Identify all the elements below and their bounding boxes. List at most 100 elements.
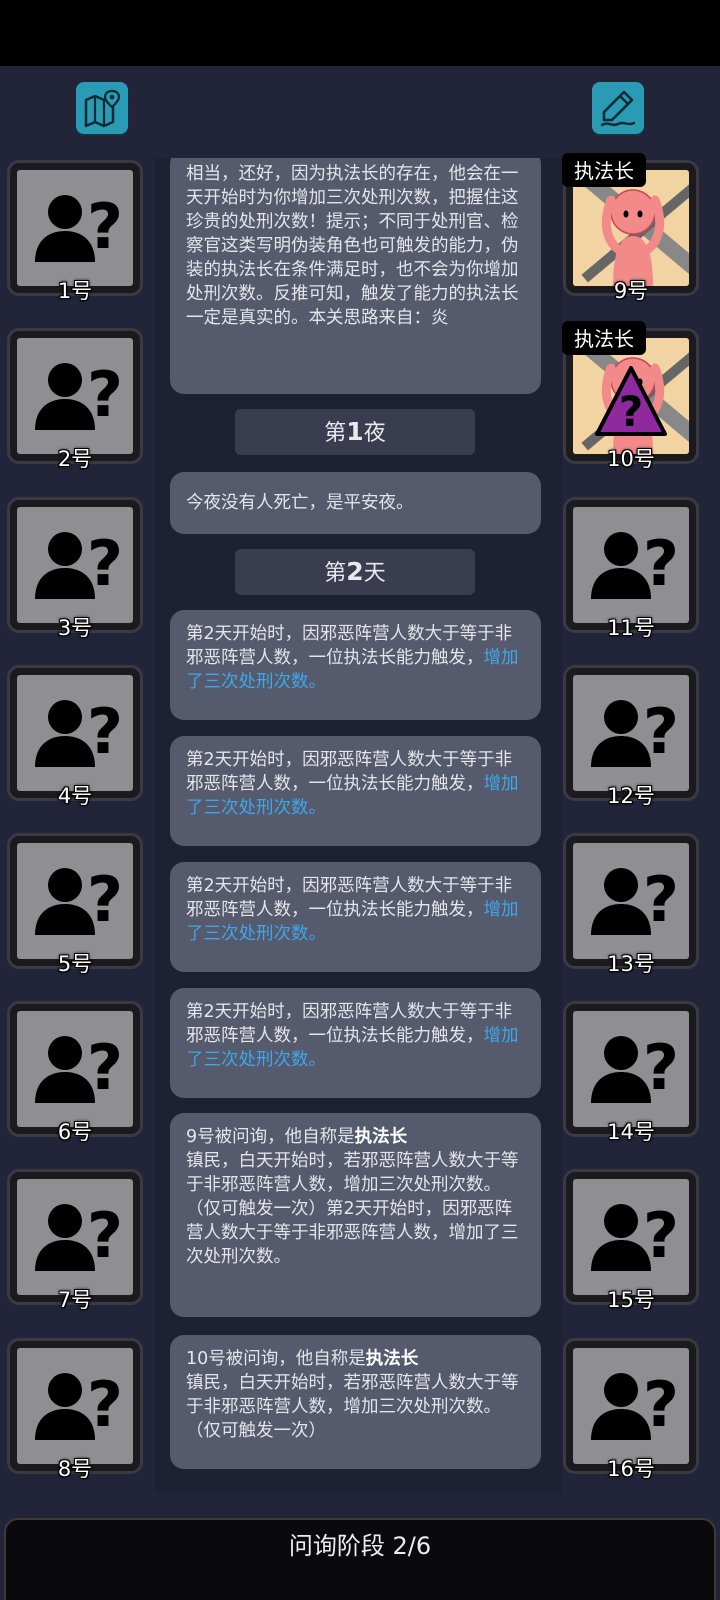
player-seat-8[interactable]: ? 8号 bbox=[7, 1338, 143, 1481]
unknown-player-icon: ? bbox=[591, 695, 679, 768]
player-seat-13[interactable]: ? 13号 bbox=[563, 833, 699, 976]
player-number: 15号 bbox=[607, 1288, 655, 1312]
role-tag: 执法长 bbox=[562, 321, 646, 355]
svg-text:?: ? bbox=[87, 1199, 123, 1272]
unknown-player-icon: ? bbox=[35, 190, 123, 263]
player-card: ? bbox=[573, 338, 689, 454]
rules-message: 相当，还好，因为执法长的存在，他会在一天开始时为你增加三次处刑次数，把握住这珍贵… bbox=[170, 158, 541, 394]
player-number: 8号 bbox=[57, 1457, 93, 1481]
trigger-message: 第2天开始时，因邪恶阵营人数大于等于非邪恶阵营人数，一位执法长能力触发，增加了三… bbox=[170, 736, 541, 846]
player-card: ? bbox=[573, 1179, 689, 1295]
player-card: ? bbox=[17, 338, 133, 454]
player-card: ? bbox=[17, 170, 133, 286]
unknown-player-icon: ? bbox=[35, 1199, 123, 1272]
unknown-player-icon: ? bbox=[591, 1199, 679, 1272]
player-seat-9[interactable]: 执法长 9号 bbox=[562, 153, 699, 303]
player-number: 5号 bbox=[57, 952, 93, 976]
player-card: ? bbox=[573, 1011, 689, 1127]
unknown-player-icon: ? bbox=[35, 863, 123, 936]
unknown-player-icon: ? bbox=[591, 527, 679, 600]
player-seat-14[interactable]: ? 14号 bbox=[563, 1001, 699, 1144]
player-number: 10号 bbox=[607, 447, 655, 471]
map-pin-icon bbox=[84, 89, 121, 128]
player-seat-6[interactable]: ? 6号 bbox=[7, 1001, 143, 1144]
player-card: ? bbox=[17, 507, 133, 623]
player-number: 13号 bbox=[607, 952, 655, 976]
player-number: 9号 bbox=[613, 279, 649, 303]
player-card: ? bbox=[17, 1348, 133, 1464]
player-seat-12[interactable]: ? 12号 bbox=[563, 665, 699, 808]
svg-text:?: ? bbox=[87, 358, 123, 431]
unknown-player-icon: ? bbox=[591, 863, 679, 936]
svg-text:?: ? bbox=[87, 695, 123, 768]
player-number: 4号 bbox=[57, 784, 93, 808]
enforcer-portrait bbox=[573, 170, 689, 286]
svg-text:?: ? bbox=[87, 190, 123, 263]
player-number: 6号 bbox=[57, 1120, 93, 1144]
phase-header-day-2: 第2天 bbox=[235, 549, 475, 595]
rules-text: 相当，还好，因为执法长的存在，他会在一天开始时为你增加三次处刑次数，把握住这珍贵… bbox=[186, 164, 519, 328]
unknown-player-icon: ? bbox=[35, 695, 123, 768]
player-seat-15[interactable]: ? 15号 bbox=[563, 1169, 699, 1312]
player-number: 3号 bbox=[57, 616, 93, 640]
player-seat-3[interactable]: ? 3号 bbox=[7, 497, 143, 640]
svg-text:?: ? bbox=[619, 387, 643, 436]
svg-text:?: ? bbox=[87, 1368, 123, 1441]
svg-text:?: ? bbox=[87, 1031, 123, 1104]
interrogation-message-9: 9号被问询，他自称是执法长 镇民，白天开始时，若邪恶阵营人数大于等于非邪恶阵营人… bbox=[170, 1113, 541, 1317]
phase-status-bar: 问询阶段 2/6 bbox=[4, 1518, 716, 1600]
unknown-player-icon: ? bbox=[35, 358, 123, 431]
unknown-player-icon: ? bbox=[591, 1368, 679, 1441]
player-seat-2[interactable]: ? 2号 bbox=[7, 328, 143, 471]
notes-button[interactable] bbox=[592, 82, 644, 134]
player-card: ? bbox=[573, 675, 689, 791]
player-seat-4[interactable]: ? 4号 bbox=[7, 665, 143, 808]
player-card: ? bbox=[573, 507, 689, 623]
player-number: 7号 bbox=[57, 1288, 93, 1312]
unknown-player-icon: ? bbox=[591, 1031, 679, 1104]
phase-status-text: 问询阶段 2/6 bbox=[288, 1532, 432, 1560]
player-number: 11号 bbox=[607, 616, 655, 640]
player-card: ? bbox=[17, 843, 133, 959]
player-card: ? bbox=[17, 675, 133, 791]
player-seat-16[interactable]: ? 16号 bbox=[563, 1338, 699, 1481]
player-number: 16号 bbox=[607, 1457, 655, 1481]
unknown-player-icon: ? bbox=[35, 527, 123, 600]
enforcer-warning-portrait: ? bbox=[573, 338, 689, 454]
svg-text:?: ? bbox=[643, 527, 679, 600]
svg-text:?: ? bbox=[643, 695, 679, 768]
player-number: 14号 bbox=[607, 1120, 655, 1144]
trigger-message: 第2天开始时，因邪恶阵营人数大于等于非邪恶阵营人数，一位执法长能力触发，增加了三… bbox=[170, 610, 541, 720]
player-seat-11[interactable]: ? 11号 bbox=[563, 497, 699, 640]
player-seat-7[interactable]: ? 7号 bbox=[7, 1169, 143, 1312]
player-seat-5[interactable]: ? 5号 bbox=[7, 833, 143, 976]
pencil-note-icon bbox=[600, 90, 636, 127]
role-tag: 执法长 bbox=[562, 153, 646, 187]
player-number: 2号 bbox=[57, 447, 93, 471]
interrogation-message-10: 10号被问询，他自称是执法长 镇民，白天开始时，若邪恶阵营人数大于等于非邪恶阵营… bbox=[170, 1335, 541, 1469]
svg-text:?: ? bbox=[643, 1199, 679, 1272]
svg-text:?: ? bbox=[643, 1368, 679, 1441]
svg-text:?: ? bbox=[87, 863, 123, 936]
message-log[interactable]: 相当，还好，因为执法长的存在，他会在一天开始时为你增加三次处刑次数，把握住这珍贵… bbox=[155, 158, 562, 1493]
svg-text:?: ? bbox=[643, 863, 679, 936]
player-card: ? bbox=[17, 1179, 133, 1295]
unknown-player-icon: ? bbox=[35, 1031, 123, 1104]
night-message: 今夜没有人死亡，是平安夜。 bbox=[170, 472, 541, 534]
player-card: ? bbox=[17, 1011, 133, 1127]
player-card: ? bbox=[573, 843, 689, 959]
player-card bbox=[573, 170, 689, 286]
map-button[interactable] bbox=[76, 82, 128, 134]
player-card: ? bbox=[573, 1348, 689, 1464]
player-seat-1[interactable]: ? 1号 bbox=[7, 160, 143, 303]
status-bar bbox=[0, 0, 720, 66]
svg-text:?: ? bbox=[643, 1031, 679, 1104]
trigger-message: 第2天开始时，因邪恶阵营人数大于等于非邪恶阵营人数，一位执法长能力触发，增加了三… bbox=[170, 862, 541, 972]
phase-header-night-1: 第1夜 bbox=[235, 409, 475, 455]
unknown-player-icon: ? bbox=[35, 1368, 123, 1441]
svg-text:?: ? bbox=[87, 527, 123, 600]
player-number: 1号 bbox=[57, 279, 93, 303]
player-seat-10[interactable]: ? 执法长 10号 bbox=[562, 321, 699, 471]
player-number: 12号 bbox=[607, 784, 655, 808]
trigger-message: 第2天开始时，因邪恶阵营人数大于等于非邪恶阵营人数，一位执法长能力触发，增加了三… bbox=[170, 988, 541, 1098]
